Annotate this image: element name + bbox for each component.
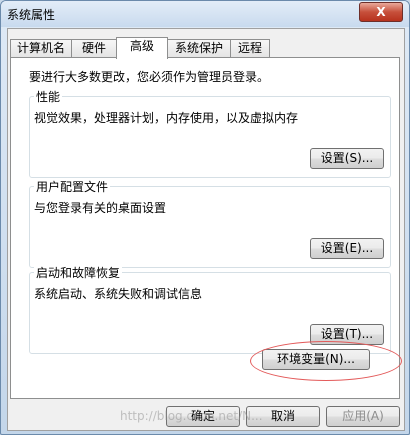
apply-button[interactable]: 应用(A) [326, 406, 400, 427]
tab-system-protection[interactable]: 系统保护 [167, 39, 231, 57]
startup-recovery-title: 启动和故障恢复 [34, 264, 123, 281]
tab-remote[interactable]: 远程 [230, 39, 270, 57]
user-profile-group: 用户配置文件 与您登录有关的桌面设置 设置(E)... [29, 178, 391, 268]
performance-title: 性能 [34, 88, 63, 105]
system-properties-window: 系统属性 X 计算机名 硬件 高级 系统保护 远程 要进行大多数更改，您必须作为… [0, 0, 410, 435]
user-profile-settings-button[interactable]: 设置(E)... [310, 238, 384, 259]
performance-desc: 视觉效果，处理器计划，内存使用，以及虚拟内存 [34, 111, 299, 125]
title-bar[interactable]: 系统属性 X [1, 1, 409, 27]
user-profile-desc: 与您登录有关的桌面设置 [34, 201, 167, 215]
user-profile-title: 用户配置文件 [34, 178, 111, 195]
tab-hardware[interactable]: 硬件 [71, 39, 117, 57]
performance-group: 性能 视觉效果，处理器计划，内存使用，以及虚拟内存 设置(S)... [29, 88, 391, 178]
tab-advanced[interactable]: 高级 [116, 37, 168, 59]
startup-recovery-desc: 系统启动、系统失败和调试信息 [34, 287, 203, 301]
window-title: 系统属性 [7, 8, 56, 22]
admin-notice: 要进行大多数更改，您必须作为管理员登录。 [29, 70, 270, 84]
close-button[interactable]: X [359, 2, 403, 22]
performance-settings-button[interactable]: 设置(S)... [310, 148, 384, 169]
highlight-oval [250, 341, 402, 381]
tab-computer-name[interactable]: 计算机名 [10, 39, 72, 57]
watermark: http://blog.csdn.net/N... [120, 409, 263, 423]
dialog-content: 计算机名 硬件 高级 系统保护 远程 要进行大多数更改，您必须作为管理员登录。 … [7, 28, 405, 431]
